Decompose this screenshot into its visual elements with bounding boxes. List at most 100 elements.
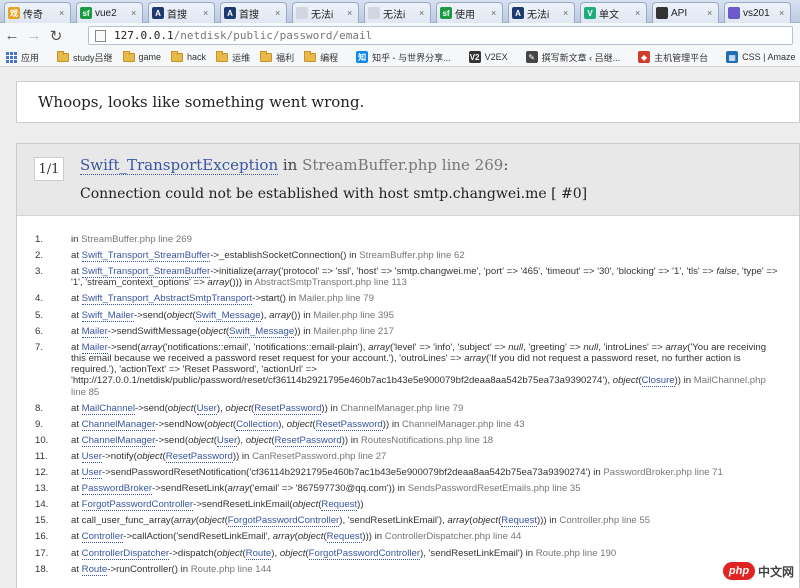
trace-text: at ControllerDispatcher->dispatch(object… [71, 547, 617, 560]
bookmarks-bar: 应用 study吕继 game hack 运维 福利 编程 知知乎 - 与世界分享... V2… [0, 48, 800, 67]
trace-number: 5. [35, 309, 44, 321]
bookmark-item[interactable]: V2 V2EX [468, 51, 508, 63]
tab-close-icon[interactable]: × [491, 8, 499, 18]
whoops-heading: Whoops, looks like something went wrong. [16, 81, 800, 123]
exception-colon: : [503, 156, 509, 174]
browser-tab[interactable]: 无法i × [292, 2, 359, 23]
tab-close-icon[interactable]: × [635, 8, 643, 18]
bookmark-item[interactable]: ✎ 撰写新文章 ‹ 吕继... [525, 51, 620, 64]
trace-text: at User->notify(object(ResetPassword)) i… [71, 450, 387, 463]
trace-frame: 2. at Swift_Transport_StreamBuffer->_esta… [17, 250, 800, 263]
browser-tab[interactable]: A 首搜 × [148, 2, 215, 23]
trace-number: 15. [35, 515, 49, 527]
bookmark-item[interactable]: 运维 [216, 50, 250, 64]
tab-close-icon[interactable]: × [707, 8, 715, 18]
browser-tab[interactable]: V 单文 × [580, 2, 647, 23]
tab-close-icon[interactable]: × [131, 8, 139, 18]
bookmark-item[interactable]: 编程 [304, 50, 339, 64]
bookmark-item[interactable]: ▦ CSS | Amaze [726, 51, 796, 63]
trace-frame: 16. at Controller->callAction('sendResetL… [17, 531, 800, 544]
tab-favicon-icon: 戏 [8, 7, 20, 19]
bookmark-favicon-icon: ◆ [638, 51, 651, 63]
bookmark-favicon-icon: 知 [356, 51, 369, 63]
tab-strip: 戏传奇 × sf vue2 × A 首搜 × A 首搜 × 无法i × 无法i × sf 使用 × A 无法i × V 单文… [0, 0, 800, 23]
tab-title: 单文 [599, 9, 619, 21]
browser-tab[interactable]: API × [652, 2, 719, 23]
exception-title: Swift_TransportException in StreamBuffer… [80, 156, 509, 175]
tab-close-icon[interactable]: × [419, 8, 427, 18]
bookmark-favicon-icon: V2 [468, 51, 481, 63]
trace-text: at Swift_Transport_StreamBuffer->_establ… [71, 250, 465, 263]
tab-close-icon[interactable]: × [563, 8, 571, 18]
browser-tab[interactable]: sf vue2 × [76, 2, 143, 23]
bookmark-label: study吕继 [73, 52, 113, 63]
trace-number: 13. [35, 483, 49, 495]
bookmark-label: CSS | Amaze [742, 52, 796, 62]
address-bar[interactable]: 127.0.0.1/netdisk/public/password/email [88, 26, 793, 45]
tab-close-icon[interactable]: × [779, 8, 787, 18]
tab-close-icon[interactable]: × [59, 8, 67, 18]
bookmark-apps-label: 应用 [21, 52, 40, 63]
tab-favicon-icon: A [512, 7, 524, 19]
trace-frame: 9. at ChannelManager->sendNow(object(Coll… [17, 418, 800, 431]
bookmark-label: V2EX [484, 52, 508, 62]
trace-number: 12. [35, 467, 49, 479]
forward-arrow-icon[interactable]: → [24, 26, 44, 46]
tab-favicon-icon: sf [440, 7, 452, 19]
bookmark-item[interactable]: 福利 [260, 50, 295, 64]
tab-title: 首搜 [239, 9, 259, 21]
browser-tab[interactable]: A 首搜 × [220, 2, 287, 23]
browser-tab[interactable]: A 无法i × [508, 2, 575, 23]
browser-tab[interactable]: sf 使用 × [436, 2, 503, 23]
bookmark-label: 知乎 - 与世界分享... [372, 52, 451, 63]
exception-class: Swift_TransportException [80, 156, 279, 175]
trace-number: 7. [35, 341, 44, 353]
bookmark-favicon-icon: ✎ [525, 51, 538, 63]
trace-text: at User->sendPasswordResetNotification('… [71, 467, 723, 480]
trace-frame: 10. at ChannelManager->send(object(User),… [17, 434, 800, 447]
browser-tab[interactable]: 戏传奇 × [4, 2, 71, 23]
trace-frame: 6. at Mailer->sendSwiftMessage(object(Swi… [17, 325, 800, 338]
tab-favicon-icon [368, 7, 380, 19]
folder-icon [260, 50, 273, 62]
tab-close-icon[interactable]: × [275, 8, 283, 18]
browser-tab[interactable]: vs201 × [724, 2, 791, 23]
trace-text: at ChannelManager->sendNow(object(Collec… [71, 418, 525, 431]
trace-number: 9. [35, 418, 44, 430]
trace-number: 10. [35, 434, 49, 446]
tab-title: 首搜 [167, 9, 187, 21]
folder-icon [304, 50, 317, 62]
bookmark-item[interactable]: study吕继 [57, 50, 113, 64]
bookmark-item[interactable]: game [122, 50, 161, 62]
trace-number: 8. [35, 402, 44, 414]
trace-text: at Swift_Transport_AbstractSmtpTransport… [71, 293, 374, 306]
page-content: Whoops, looks like something went wrong.… [0, 67, 800, 588]
trace-number: 6. [35, 325, 44, 337]
reload-icon[interactable]: ↻ [46, 26, 66, 46]
browser-tab[interactable]: 无法i × [364, 2, 431, 23]
folder-icon [57, 50, 70, 62]
trace-number: 3. [35, 266, 44, 278]
trace-text: at Controller->callAction('sendResetLink… [71, 531, 522, 544]
bookmark-favicon-icon: ▦ [726, 51, 739, 63]
back-arrow-icon[interactable]: ← [2, 26, 22, 46]
bookmark-label: 编程 [320, 52, 339, 63]
tab-close-icon[interactable]: × [203, 8, 211, 18]
tab-title: vue2 [95, 7, 117, 19]
stack-trace: 1. in StreamBuffer.php line 269 2. at Swift… [17, 234, 800, 580]
tab-close-icon[interactable]: × [347, 8, 355, 18]
bookmark-item[interactable]: ◆ 主机管理平台 [638, 51, 708, 64]
bookmark-label: 福利 [276, 52, 295, 63]
trace-text: at MailChannel->send(object(User), objec… [71, 402, 464, 415]
folder-icon [171, 50, 184, 62]
trace-frame: 12. at User->sendPasswordResetNotificatio… [17, 467, 800, 480]
tab-title: vs201 [743, 7, 770, 19]
trace-frame: 1. in StreamBuffer.php line 269 [17, 234, 800, 245]
exception-in: in [278, 156, 303, 174]
bookmark-apps[interactable]: 应用 [6, 51, 39, 64]
trace-number: 2. [35, 250, 44, 262]
bookmark-item[interactable]: 知知乎 - 与世界分享... [356, 51, 451, 64]
trace-text: at Mailer->send(array('notifications::em… [71, 341, 767, 398]
tab-favicon-icon [296, 7, 308, 19]
bookmark-item[interactable]: hack [171, 50, 206, 62]
